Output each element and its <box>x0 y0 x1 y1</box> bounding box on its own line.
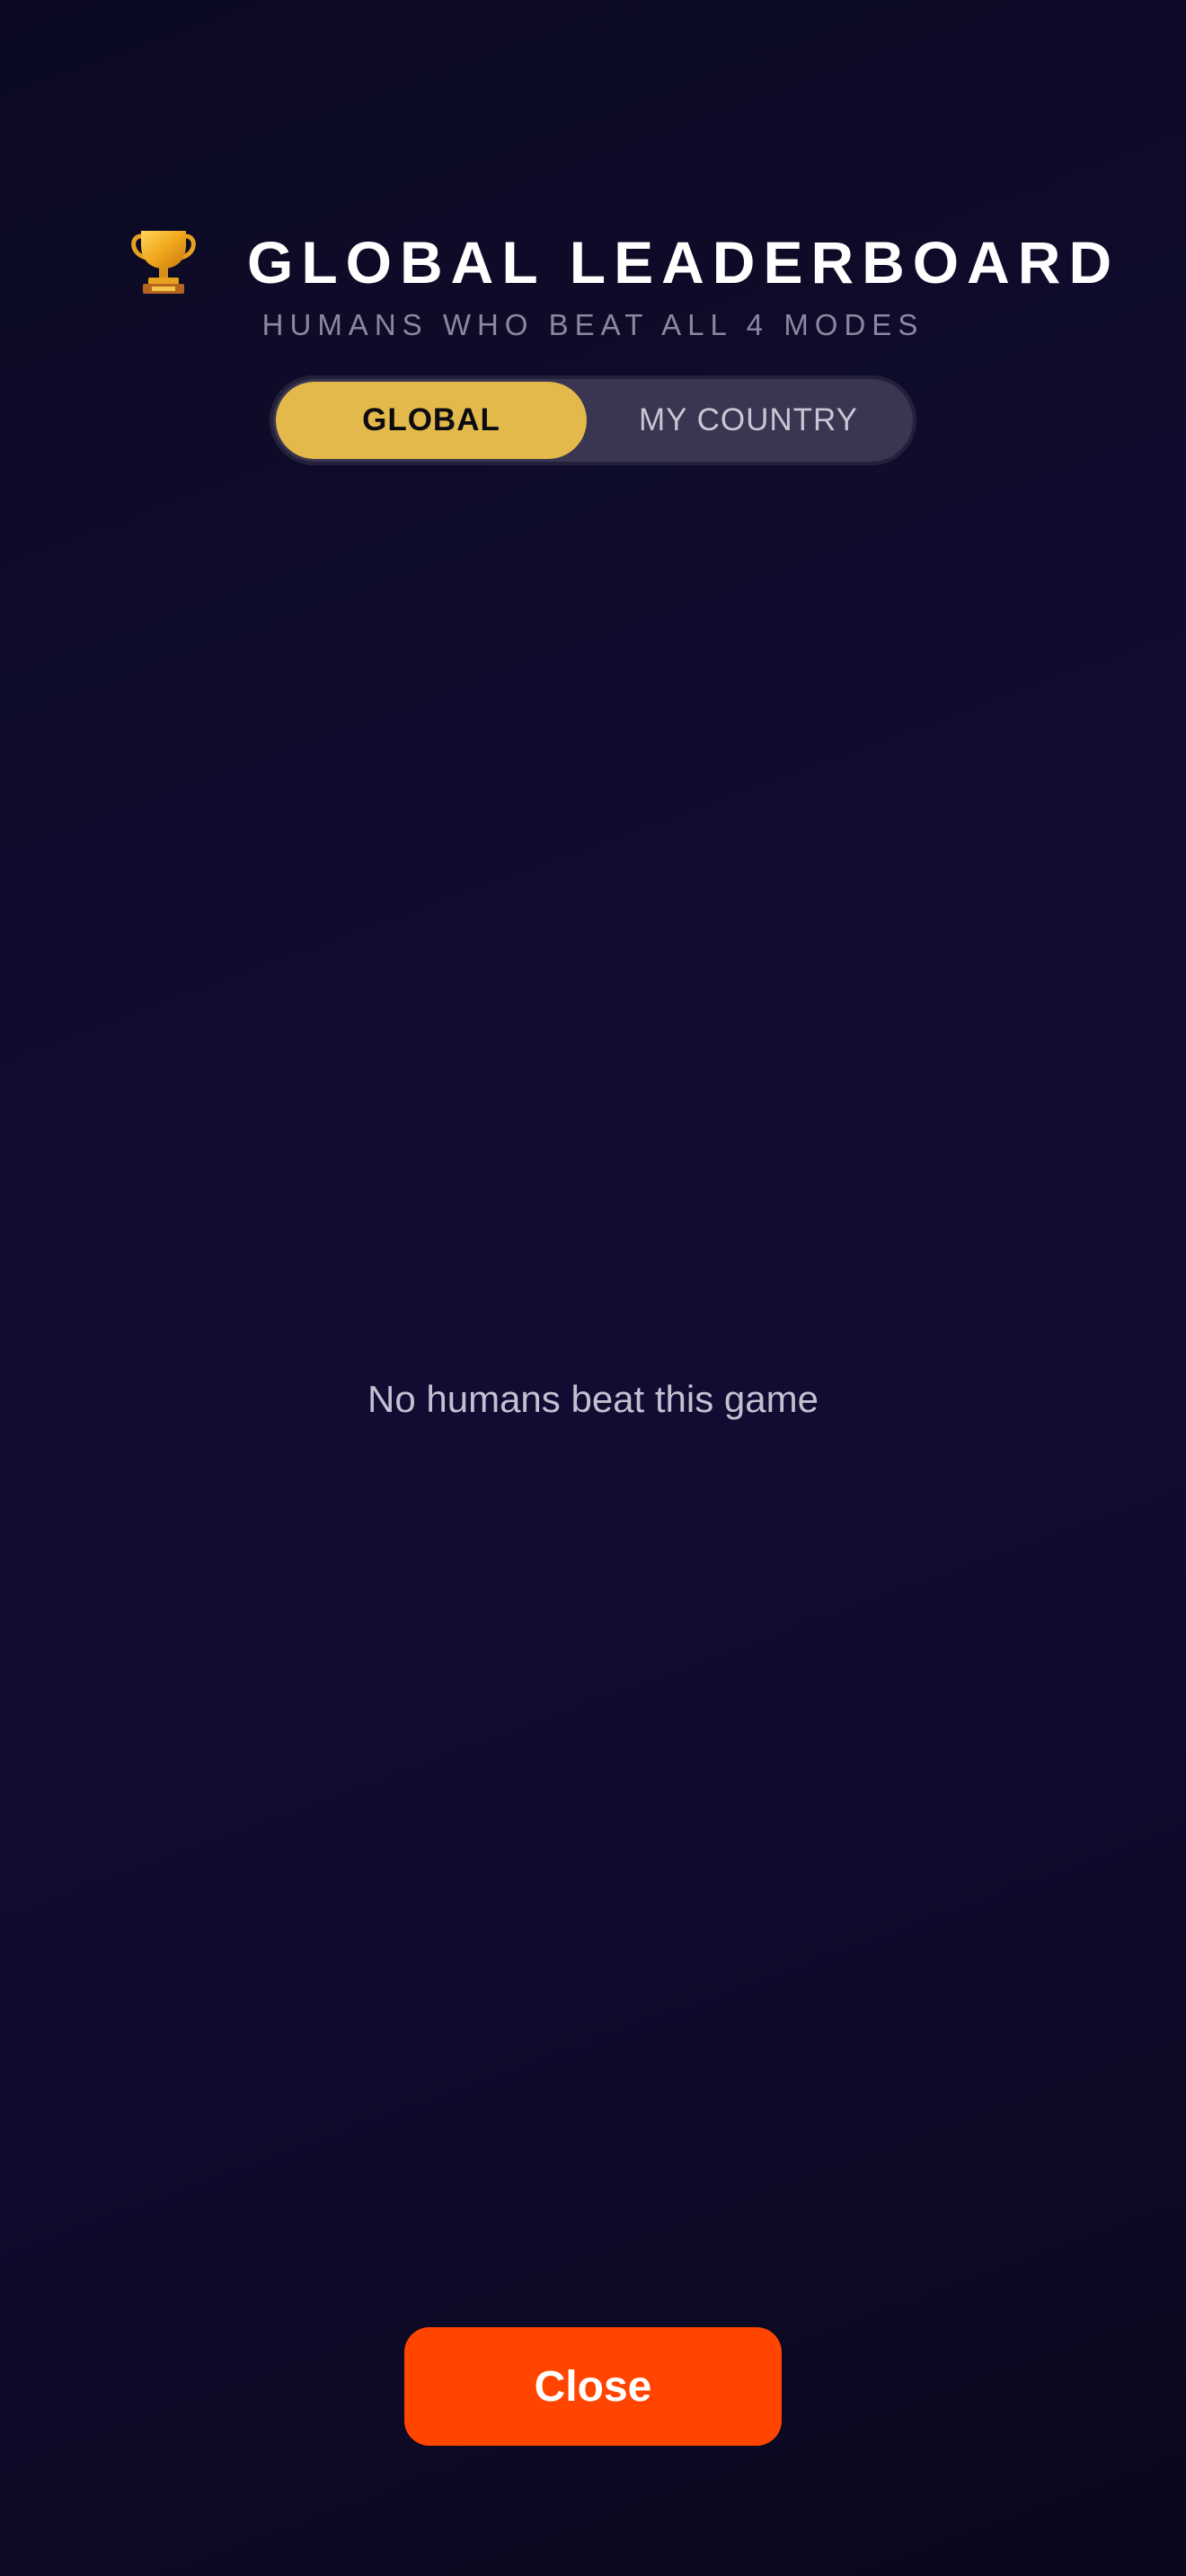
page-subtitle: HUMANS WHO BEAT ALL 4 MODES <box>261 308 925 341</box>
scope-segmented-control: GLOBAL MY COUNTRY <box>270 375 916 465</box>
tab-global[interactable]: GLOBAL <box>276 382 587 459</box>
page-title: GLOBAL LEADERBOARD <box>247 229 1120 296</box>
tab-my-country[interactable]: MY COUNTRY <box>587 382 910 459</box>
trophy-icon <box>128 227 199 297</box>
close-button[interactable]: Close <box>404 2327 782 2446</box>
empty-state-message: No humans beat this game <box>367 1378 819 1420</box>
